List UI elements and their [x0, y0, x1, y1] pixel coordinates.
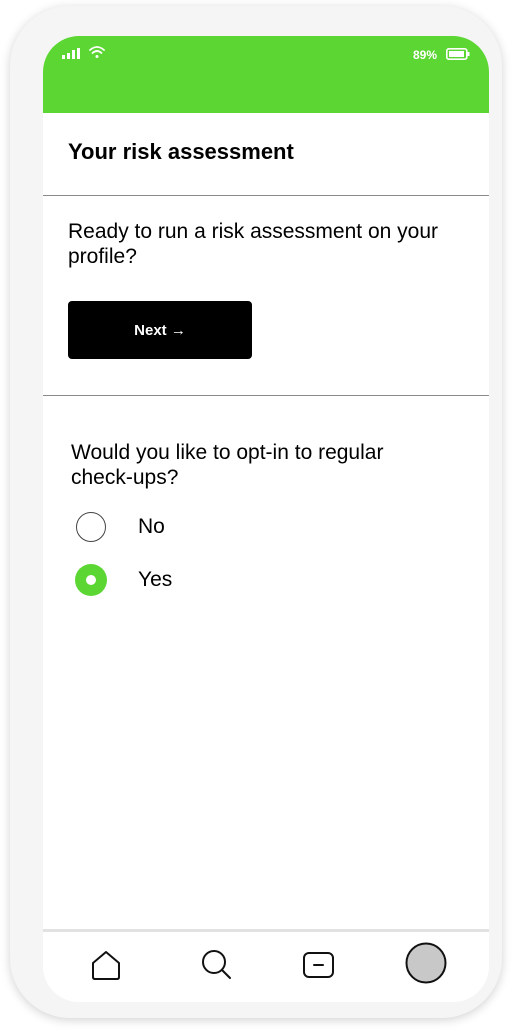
signal-bars-icon — [62, 48, 80, 59]
battery-percentage: 89% — [413, 48, 438, 62]
nav-search[interactable] — [198, 946, 234, 982]
profile-avatar-icon — [405, 942, 447, 984]
battery-icon — [446, 48, 470, 60]
section-divider — [43, 195, 489, 196]
radio-option-no[interactable]: No — [76, 512, 376, 546]
radio-label-yes: Yes — [138, 568, 173, 591]
nav-profile[interactable] — [405, 942, 447, 984]
nav-home[interactable] — [88, 946, 124, 982]
page-title: Your risk assessment — [68, 139, 294, 164]
section-divider — [43, 395, 489, 396]
app-screen: 89% Your risk assessment Ready to run a … — [43, 36, 489, 1002]
assessment-prompt: Ready to run a risk assessment on your p… — [68, 220, 439, 268]
home-icon — [92, 951, 120, 980]
message-icon — [303, 952, 334, 978]
next-button[interactable]: Next → — [68, 301, 252, 359]
wifi-icon — [89, 46, 105, 58]
radio-button-checked[interactable] — [75, 564, 107, 596]
phone-frame: 89% Your risk assessment Ready to run a … — [10, 6, 502, 1018]
radio-label-no: No — [138, 515, 165, 538]
radio-option-yes[interactable]: Yes — [75, 564, 376, 599]
radio-button-unchecked[interactable] — [76, 512, 106, 542]
search-icon — [202, 950, 231, 979]
checkup-question: Would you like to opt-in to regular chec… — [71, 441, 384, 489]
status-bar: 89% — [43, 36, 489, 113]
bottom-nav — [43, 929, 489, 1002]
nav-messages[interactable] — [301, 946, 337, 982]
